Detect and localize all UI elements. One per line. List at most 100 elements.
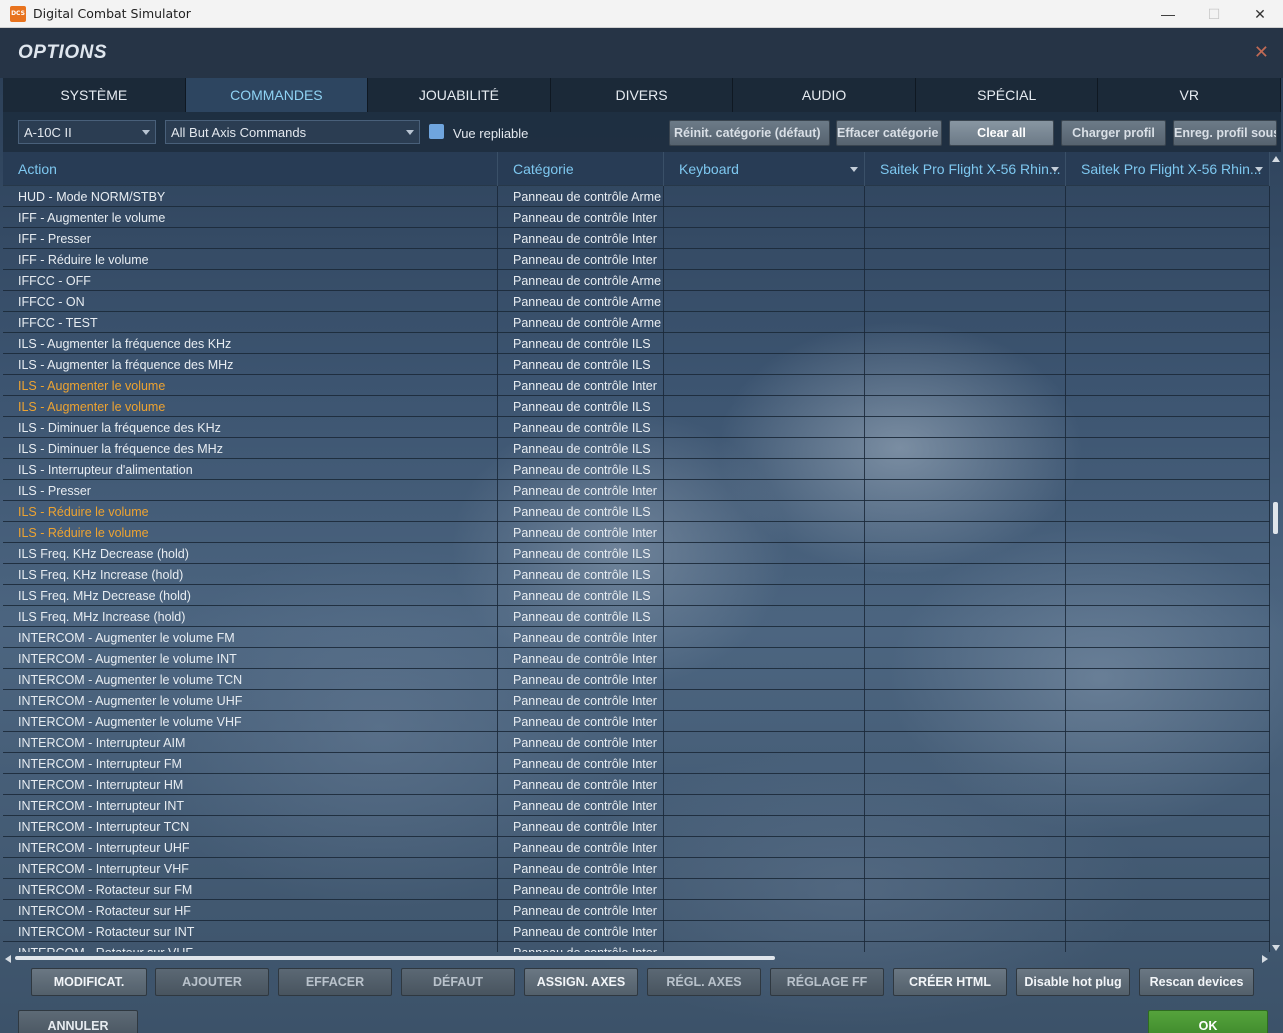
keyboard-binding-cell[interactable] (664, 879, 865, 900)
device-1-binding-cell[interactable] (865, 732, 1066, 753)
device-1-binding-cell[interactable] (865, 333, 1066, 354)
device-2-binding-cell[interactable] (1066, 207, 1270, 228)
table-row[interactable]: INTERCOM - Augmenter le volume TCN Pannea… (3, 669, 1270, 690)
device-1-binding-cell[interactable] (865, 354, 1066, 375)
device-2-binding-cell[interactable] (1066, 774, 1270, 795)
défaut-button[interactable]: DÉFAUT (401, 968, 515, 996)
tab-audio[interactable]: AUDIO (733, 78, 916, 112)
table-row[interactable]: ILS - Diminuer la fréquence des MHz Panne… (3, 438, 1270, 459)
device-2-binding-cell[interactable] (1066, 501, 1270, 522)
table-row[interactable]: ILS Freq. KHz Increase (hold) Panneau de … (3, 564, 1270, 585)
filter-select[interactable]: All But Axis Commands (165, 120, 420, 144)
device-2-binding-cell[interactable] (1066, 396, 1270, 417)
keyboard-binding-cell[interactable] (664, 564, 865, 585)
table-row[interactable]: IFF - Augmenter le volume Panneau de cont… (3, 207, 1270, 228)
device-2-binding-cell[interactable] (1066, 942, 1270, 952)
device-2-binding-cell[interactable] (1066, 879, 1270, 900)
table-row[interactable]: ILS - Interrupteur d'alimentation Panneau… (3, 459, 1270, 480)
table-row[interactable]: HUD - Mode NORM/STBY Panneau de contrôle … (3, 186, 1270, 207)
device-2-binding-cell[interactable] (1066, 669, 1270, 690)
table-row[interactable]: INTERCOM - Interrupteur TCN Panneau de co… (3, 816, 1270, 837)
device-2-binding-cell[interactable] (1066, 816, 1270, 837)
créer-html-button[interactable]: CRÉER HTML (893, 968, 1007, 996)
device-1-binding-cell[interactable] (865, 270, 1066, 291)
device-2-binding-cell[interactable] (1066, 711, 1270, 732)
scroll-thumb[interactable] (1273, 502, 1278, 534)
keyboard-binding-cell[interactable] (664, 480, 865, 501)
device-1-binding-cell[interactable] (865, 375, 1066, 396)
clear-all-button[interactable]: Clear all (949, 120, 1054, 146)
table-row[interactable]: INTERCOM - Rotateur sur VHFPanneau de co… (3, 942, 1270, 952)
table-row[interactable]: ILS - Augmenter le volume Panneau de cont… (3, 375, 1270, 396)
keyboard-binding-cell[interactable] (664, 228, 865, 249)
aircraft-select[interactable]: A-10C II (18, 120, 156, 144)
column-header-device-1[interactable]: Saitek Pro Flight X-56 Rhin... (865, 152, 1066, 186)
table-row[interactable]: ILS - Diminuer la fréquence des KHz Panne… (3, 417, 1270, 438)
device-1-binding-cell[interactable] (865, 711, 1066, 732)
device-2-binding-cell[interactable] (1066, 585, 1270, 606)
table-row[interactable]: ILS Freq. MHz Decrease (hold) Panneau de … (3, 585, 1270, 606)
device-2-binding-cell[interactable] (1066, 627, 1270, 648)
table-row[interactable]: INTERCOM - Interrupteur VHF Panneau de co… (3, 858, 1270, 879)
device-1-binding-cell[interactable] (865, 249, 1066, 270)
keyboard-binding-cell[interactable] (664, 270, 865, 291)
table-row[interactable]: INTERCOM - Augmenter le volume UHF Pannea… (3, 690, 1270, 711)
keyboard-binding-cell[interactable] (664, 291, 865, 312)
keyboard-binding-cell[interactable] (664, 459, 865, 480)
device-2-binding-cell[interactable] (1066, 228, 1270, 249)
table-row[interactable]: ILS - Augmenter le volume Panneau de cont… (3, 396, 1270, 417)
keyboard-binding-cell[interactable] (664, 396, 865, 417)
keyboard-binding-cell[interactable] (664, 669, 865, 690)
close-icon[interactable]: ✕ (1254, 42, 1269, 63)
device-2-binding-cell[interactable] (1066, 186, 1270, 207)
device-2-binding-cell[interactable] (1066, 249, 1270, 270)
table-row[interactable]: INTERCOM - Augmenter le volume INT Pannea… (3, 648, 1270, 669)
device-2-binding-cell[interactable] (1066, 270, 1270, 291)
table-row[interactable]: IFFCC - TEST Panneau de contrôle Arme (3, 312, 1270, 333)
window-close-icon[interactable]: ✕ (1237, 0, 1283, 28)
keyboard-binding-cell[interactable] (664, 711, 865, 732)
table-row[interactable]: ILS Freq. KHz Decrease (hold) Panneau de … (3, 543, 1270, 564)
device-2-binding-cell[interactable] (1066, 480, 1270, 501)
table-row[interactable]: INTERCOM - Augmenter le volume FM Panneau… (3, 627, 1270, 648)
table-row[interactable]: ILS - Réduire le volume Panneau de contrô… (3, 522, 1270, 543)
keyboard-binding-cell[interactable] (664, 900, 865, 921)
device-1-binding-cell[interactable] (865, 837, 1066, 858)
table-row[interactable]: INTERCOM - Rotacteur sur INT Panneau de c… (3, 921, 1270, 942)
keyboard-binding-cell[interactable] (664, 690, 865, 711)
save-profile-as-button[interactable]: Enreg. profil sous (1173, 120, 1277, 146)
table-row[interactable]: ILS - Augmenter la fréquence des MHz Pann… (3, 354, 1270, 375)
device-1-binding-cell[interactable] (865, 585, 1066, 606)
tab-système[interactable]: SYSTÈME (3, 78, 186, 112)
device-1-binding-cell[interactable] (865, 564, 1066, 585)
table-row[interactable]: INTERCOM - Interrupteur HM Panneau de con… (3, 774, 1270, 795)
keyboard-binding-cell[interactable] (664, 354, 865, 375)
table-row[interactable]: INTERCOM - Interrupteur INT Panneau de co… (3, 795, 1270, 816)
device-2-binding-cell[interactable] (1066, 606, 1270, 627)
load-profile-button[interactable]: Charger profil (1061, 120, 1166, 146)
tab-divers[interactable]: DIVERS (550, 78, 734, 112)
scroll-thumb-horizontal[interactable] (15, 956, 775, 960)
device-1-binding-cell[interactable] (865, 669, 1066, 690)
device-2-binding-cell[interactable] (1066, 312, 1270, 333)
keyboard-binding-cell[interactable] (664, 333, 865, 354)
column-header-keyboard[interactable]: Keyboard (664, 152, 865, 186)
keyboard-binding-cell[interactable] (664, 438, 865, 459)
keyboard-binding-cell[interactable] (664, 585, 865, 606)
clear-category-button[interactable]: Effacer catégorie (836, 120, 942, 146)
table-row[interactable]: IFFCC - ON Panneau de contrôle Arme (3, 291, 1270, 312)
device-2-binding-cell[interactable] (1066, 438, 1270, 459)
keyboard-binding-cell[interactable] (664, 816, 865, 837)
device-2-binding-cell[interactable] (1066, 564, 1270, 585)
table-row[interactable]: IFFCC - OFF Panneau de contrôle Arme (3, 270, 1270, 291)
device-1-binding-cell[interactable] (865, 942, 1066, 952)
scroll-up-icon[interactable] (1272, 156, 1280, 162)
cancel-button[interactable]: ANNULER (18, 1010, 138, 1033)
device-2-binding-cell[interactable] (1066, 690, 1270, 711)
device-1-binding-cell[interactable] (865, 753, 1066, 774)
device-1-binding-cell[interactable] (865, 207, 1066, 228)
table-row[interactable]: INTERCOM - Rotacteur sur FM Panneau de co… (3, 879, 1270, 900)
device-1-binding-cell[interactable] (865, 459, 1066, 480)
keyboard-binding-cell[interactable] (664, 648, 865, 669)
keyboard-binding-cell[interactable] (664, 774, 865, 795)
